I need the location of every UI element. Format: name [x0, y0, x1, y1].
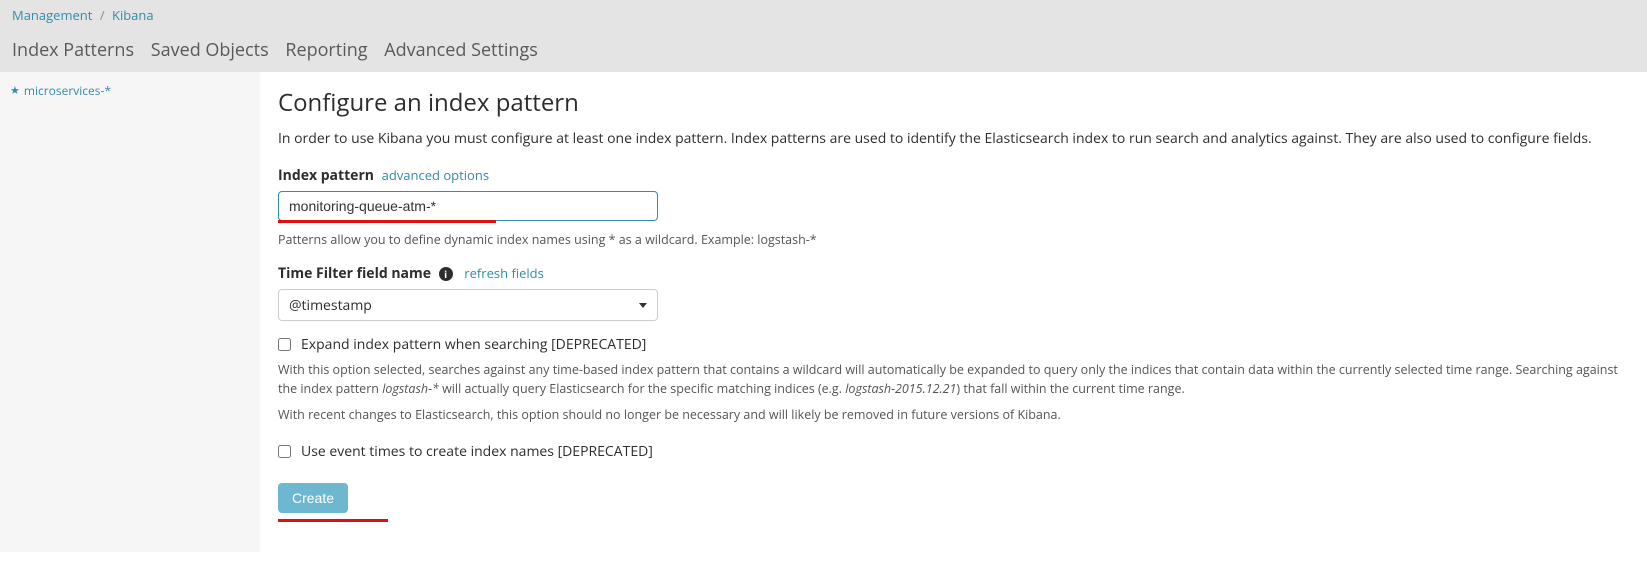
annotation-underline-button: [278, 519, 388, 522]
sidebar-item-index-pattern[interactable]: ★ microservices-*: [0, 78, 260, 103]
refresh-fields-link[interactable]: refresh fields: [464, 264, 544, 282]
index-pattern-label: Index pattern: [278, 166, 374, 185]
event-times-label: Use event times to create index names [D…: [301, 442, 653, 461]
expand-index-label: Expand index pattern when searching [DEP…: [301, 335, 646, 354]
sidebar: ★ microservices-*: [0, 72, 260, 552]
section-tabs: Index Patterns Saved Objects Reporting A…: [0, 30, 1647, 72]
index-pattern-input[interactable]: [278, 191, 658, 221]
index-pattern-help: Patterns allow you to define dynamic ind…: [278, 231, 1629, 248]
breadcrumb-bar: Management / Kibana: [0, 0, 1647, 30]
tab-saved-objects[interactable]: Saved Objects: [151, 38, 269, 62]
star-icon: ★: [10, 83, 20, 98]
expand-index-checkbox[interactable]: [278, 338, 291, 351]
breadcrumb-current[interactable]: Kibana: [112, 6, 154, 24]
advanced-options-link[interactable]: advanced options: [382, 166, 489, 184]
chevron-down-icon: [639, 303, 647, 308]
time-filter-select[interactable]: @timestamp: [278, 289, 658, 321]
create-button[interactable]: Create: [278, 483, 348, 513]
tab-reporting[interactable]: Reporting: [285, 38, 367, 62]
breadcrumb-root[interactable]: Management: [12, 6, 92, 24]
time-filter-label: Time Filter field name: [278, 264, 431, 283]
annotation-underline: [278, 220, 496, 223]
tab-advanced-settings[interactable]: Advanced Settings: [384, 38, 538, 62]
main-content: Configure an index pattern In order to u…: [260, 72, 1647, 552]
expand-help-text-1: With this option selected, searches agai…: [278, 360, 1629, 399]
breadcrumb-separator: /: [100, 6, 105, 24]
sidebar-item-label: microservices-*: [24, 82, 111, 99]
page-intro: In order to use Kibana you must configur…: [278, 129, 1629, 148]
time-filter-value: @timestamp: [289, 296, 372, 315]
event-times-checkbox[interactable]: [278, 445, 291, 458]
info-icon[interactable]: i: [439, 267, 453, 281]
page-title: Configure an index pattern: [278, 86, 1629, 119]
tab-index-patterns[interactable]: Index Patterns: [12, 38, 134, 62]
expand-help-text-2: With recent changes to Elasticsearch, th…: [278, 405, 1629, 424]
